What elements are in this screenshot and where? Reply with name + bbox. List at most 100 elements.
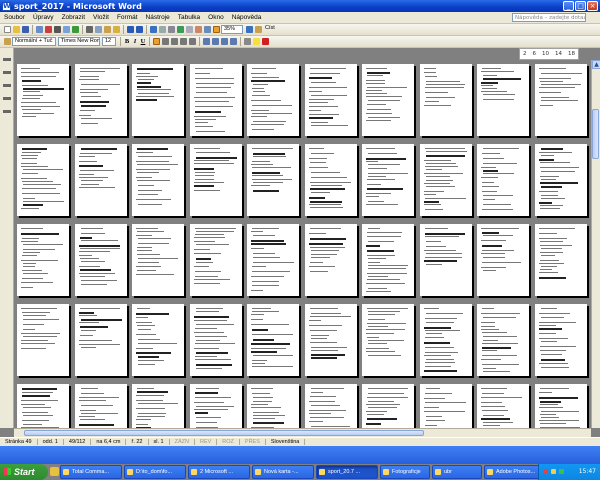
- horizontal-scroll-thumb[interactable]: [24, 430, 424, 436]
- page-thumbnail[interactable]: [304, 304, 357, 376]
- page-thumbnail[interactable]: [132, 144, 184, 216]
- task-button[interactable]: 2 Microsoft ...: [188, 465, 250, 479]
- zoom-select[interactable]: 35%: [221, 25, 243, 34]
- page-thumbnail[interactable]: [132, 64, 184, 136]
- font-color-icon[interactable]: [262, 38, 269, 45]
- page-thumbnail[interactable]: [419, 224, 472, 296]
- font-size-select[interactable]: 12: [102, 37, 116, 46]
- menu-format[interactable]: Formát: [113, 14, 142, 21]
- page-thumbnail[interactable]: [74, 144, 127, 216]
- page-thumbnail[interactable]: [247, 144, 299, 216]
- word-app-icon[interactable]: W: [2, 1, 11, 11]
- page-thumbnail[interactable]: [362, 224, 414, 296]
- page-thumbnail[interactable]: [534, 64, 587, 136]
- task-button[interactable]: ubr: [432, 465, 482, 479]
- permission-icon[interactable]: [36, 26, 43, 33]
- page-thumbnail[interactable]: [304, 224, 357, 296]
- page-thumbnail[interactable]: [304, 384, 357, 428]
- page-thumbnail[interactable]: [477, 64, 529, 136]
- page-thumbnail[interactable]: [17, 384, 69, 428]
- align-right-icon[interactable]: [171, 38, 178, 45]
- print-preview-icon[interactable]: [63, 26, 70, 33]
- maximize-button[interactable]: □: [575, 1, 586, 11]
- copy-icon[interactable]: [95, 26, 102, 33]
- task-button[interactable]: Fotograficje: [380, 465, 430, 479]
- page-thumbnail[interactable]: [534, 384, 587, 428]
- spelling-icon[interactable]: [72, 26, 79, 33]
- page-thumbnail[interactable]: [477, 304, 529, 376]
- task-button[interactable]: Total Comma...: [60, 465, 122, 479]
- status-mode-rev[interactable]: REV: [195, 439, 218, 445]
- page-thumbnail[interactable]: [189, 144, 242, 216]
- format-painter-icon[interactable]: [113, 26, 120, 33]
- vertical-scrollbar[interactable]: ▲: [591, 60, 600, 428]
- page-thumbnail[interactable]: [477, 224, 529, 296]
- page-thumbnail[interactable]: [362, 384, 414, 428]
- bold-icon[interactable]: B: [123, 38, 131, 45]
- tray-icon[interactable]: [551, 469, 556, 474]
- read-button[interactable]: Číst: [263, 25, 279, 34]
- page-thumbnail[interactable]: [477, 384, 529, 428]
- document-area[interactable]: [14, 60, 591, 428]
- page-thumbnail[interactable]: [362, 304, 414, 376]
- italic-icon[interactable]: I: [131, 38, 139, 45]
- new-document-icon[interactable]: [4, 26, 11, 33]
- help-icon[interactable]: [246, 26, 253, 33]
- bullets-icon[interactable]: [212, 38, 219, 45]
- page-thumbnail[interactable]: [304, 144, 357, 216]
- page-thumbnail[interactable]: [17, 224, 69, 296]
- page-thumbnail[interactable]: [362, 144, 414, 216]
- help-search-input[interactable]: Nápověda – zadejte dotaz: [512, 13, 586, 22]
- print-icon[interactable]: [54, 26, 61, 33]
- align-center-icon[interactable]: [162, 38, 169, 45]
- minimize-button[interactable]: _: [563, 1, 574, 11]
- line-spacing-icon[interactable]: [189, 38, 196, 45]
- page-thumbnail[interactable]: [419, 304, 472, 376]
- menu-help[interactable]: Nápověda: [228, 14, 266, 21]
- menu-edit[interactable]: Úpravy: [29, 14, 58, 21]
- scroll-thumb[interactable]: [592, 109, 599, 159]
- start-button[interactable]: Start: [0, 464, 48, 480]
- decrease-indent-icon[interactable]: [221, 38, 228, 45]
- page-thumbnail[interactable]: [534, 144, 587, 216]
- page-thumbnail[interactable]: [74, 304, 127, 376]
- page-thumbnail[interactable]: [247, 224, 299, 296]
- page-thumbnail[interactable]: [247, 64, 299, 136]
- page-thumbnail[interactable]: [189, 304, 242, 376]
- page-thumbnail[interactable]: [17, 304, 69, 376]
- page-thumbnail[interactable]: [189, 64, 242, 136]
- menu-table[interactable]: Tabulka: [174, 14, 204, 21]
- page-thumbnail[interactable]: [189, 384, 242, 428]
- document-map-icon[interactable]: [204, 26, 211, 33]
- font-select[interactable]: Times New Roman: [58, 37, 100, 46]
- menu-insert[interactable]: Vložit: [89, 14, 113, 21]
- menu-view[interactable]: Zobrazit: [58, 14, 89, 21]
- page-thumbnail[interactable]: [17, 144, 69, 216]
- task-button[interactable]: D:\to_dom\fo...: [124, 465, 186, 479]
- menu-tools[interactable]: Nástroje: [142, 14, 174, 21]
- page-thumbnail[interactable]: [419, 64, 472, 136]
- page-thumbnail[interactable]: [132, 304, 184, 376]
- scroll-up-icon[interactable]: ▲: [592, 60, 600, 69]
- page-thumbnail[interactable]: [304, 64, 357, 136]
- page-thumbnail[interactable]: [132, 224, 184, 296]
- show-formatting-icon[interactable]: [213, 26, 220, 33]
- page-thumbnail[interactable]: [419, 144, 472, 216]
- page-thumbnail[interactable]: [17, 64, 69, 136]
- tray-icon[interactable]: [543, 469, 548, 474]
- cut-icon[interactable]: [86, 26, 93, 33]
- page-thumbnail[interactable]: [189, 224, 242, 296]
- insert-excel-icon[interactable]: [177, 26, 184, 33]
- menu-file[interactable]: Soubor: [0, 14, 29, 21]
- page-thumbnail[interactable]: [534, 224, 587, 296]
- status-mode-ext[interactable]: ROZ: [217, 439, 240, 445]
- email-icon[interactable]: [45, 26, 52, 33]
- status-mode-ovr[interactable]: PŘES: [240, 439, 266, 445]
- page-thumbnail[interactable]: [247, 384, 299, 428]
- quick-launch-icon[interactable]: [50, 467, 59, 476]
- style-select[interactable]: Normální + Tuč: [12, 37, 56, 46]
- numbering-icon[interactable]: [203, 38, 210, 45]
- page-thumbnail[interactable]: [477, 144, 529, 216]
- task-button[interactable]: Adobe Photos...: [484, 465, 546, 479]
- open-folder-icon[interactable]: [13, 26, 20, 33]
